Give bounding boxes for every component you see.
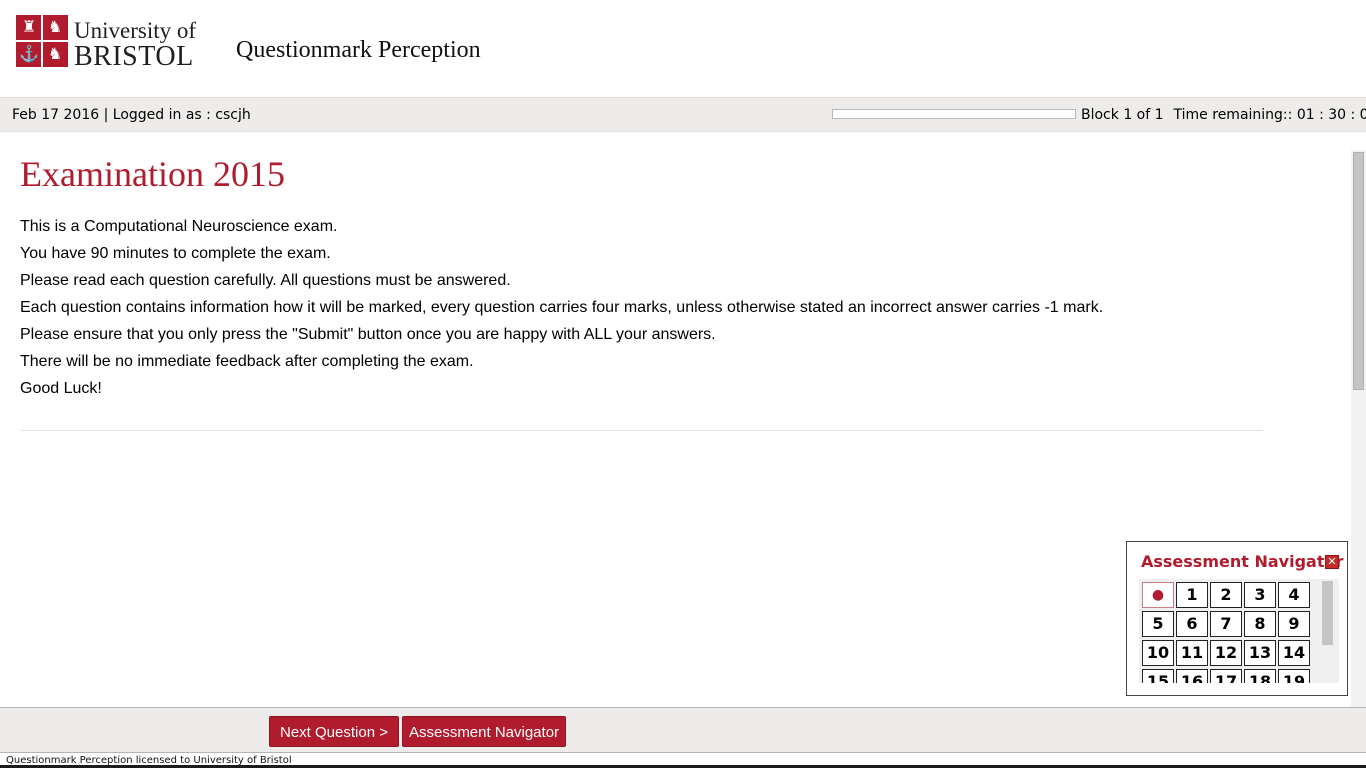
nav-question-cell[interactable]: 18: [1244, 669, 1276, 683]
nav-question-cell[interactable]: 3: [1244, 582, 1276, 608]
nav-question-cell[interactable]: 19: [1278, 669, 1310, 683]
next-question-button[interactable]: Next Question >: [269, 716, 399, 747]
footer-bar: Next Question > Assessment Navigator: [0, 707, 1366, 753]
navigator-grid-container: ● 1 2 3 4 5 6 7 8 9 10 11 12 13 14 15 16 17 18 19: [1139, 579, 1339, 683]
logo-text-line2: BRISTOL: [74, 41, 194, 72]
nav-question-cell[interactable]: 1: [1176, 582, 1208, 608]
progress-bar: [832, 109, 1076, 119]
nav-question-cell[interactable]: 13: [1244, 640, 1276, 666]
nav-question-cell[interactable]: 8: [1244, 611, 1276, 637]
instruction-line: You have 90 minutes to complete the exam…: [20, 245, 331, 262]
assessment-navigator-button[interactable]: Assessment Navigator: [402, 716, 566, 747]
logged-in-text: Logged in as : cscjh: [112, 107, 251, 123]
nav-question-cell[interactable]: 2: [1210, 582, 1242, 608]
instruction-line: This is a Computational Neuroscience exa…: [20, 218, 338, 235]
instruction-line: Each question contains information how i…: [20, 299, 1104, 316]
page-scrollbar-thumb[interactable]: [1353, 152, 1364, 390]
nav-question-cell[interactable]: 17: [1210, 669, 1242, 683]
status-bar: Feb 17 2016 | Logged in as : cscjh Block…: [0, 97, 1366, 132]
block-time-info: Block 1 of 1 Time remaining:: 01 : 30 : 0…: [1081, 107, 1366, 124]
instruction-line: Please read each question carefully. All…: [20, 272, 511, 289]
nav-question-cell[interactable]: 12: [1210, 640, 1242, 666]
header: ♜ ♞ ⚓ ♞ University of BRISTOL Questionma…: [0, 0, 1366, 97]
nav-cell-current[interactable]: ●: [1142, 582, 1174, 608]
content-divider: [20, 430, 1263, 431]
date-text: Feb 17 2016: [12, 107, 100, 123]
nav-question-cell[interactable]: 11: [1176, 640, 1208, 666]
page-scrollbar[interactable]: [1351, 150, 1366, 707]
nav-question-cell[interactable]: 14: [1278, 640, 1310, 666]
exam-instructions: This is a Computational Neuroscience exa…: [20, 218, 1260, 407]
nav-question-cell[interactable]: 4: [1278, 582, 1310, 608]
nav-question-cell[interactable]: 7: [1210, 611, 1242, 637]
navigator-title: Assessment Navigator: [1141, 552, 1344, 571]
assessment-navigator-panel: Assessment Navigator ✕ ● 1 2 3 4 5 6 7 8 9 10 11 12 1…: [1126, 541, 1348, 696]
instruction-line: There will be no immediate feedback afte…: [20, 353, 474, 370]
session-info: Feb 17 2016 | Logged in as : cscjh: [12, 107, 251, 124]
nav-question-cell[interactable]: 10: [1142, 640, 1174, 666]
separator: |: [103, 107, 109, 123]
nav-question-cell[interactable]: 5: [1142, 611, 1174, 637]
navigator-scrollbar-thumb[interactable]: [1322, 581, 1333, 645]
nav-question-cell[interactable]: 9: [1278, 611, 1310, 637]
nav-question-cell[interactable]: 16: [1176, 669, 1208, 683]
logo-shield-icon: ♜ ♞ ⚓ ♞: [16, 15, 68, 67]
close-icon[interactable]: ✕: [1325, 555, 1339, 569]
nav-question-cell[interactable]: 15: [1142, 669, 1174, 683]
block-indicator: Block 1 of 1: [1081, 107, 1164, 123]
logo-text-line1: University of: [74, 18, 197, 43]
page-title: Examination 2015: [20, 154, 285, 194]
app-title: Questionmark Perception: [236, 37, 481, 63]
nav-question-cell[interactable]: 6: [1176, 611, 1208, 637]
university-logo: ♜ ♞ ⚓ ♞ University of BRISTOL: [16, 15, 198, 72]
instruction-line: Please ensure that you only press the "S…: [20, 326, 716, 343]
instruction-line: Good Luck!: [20, 380, 102, 397]
time-remaining: Time remaining:: 01 : 30 : 00: [1173, 107, 1366, 123]
navigator-scrollbar[interactable]: [1322, 581, 1333, 681]
